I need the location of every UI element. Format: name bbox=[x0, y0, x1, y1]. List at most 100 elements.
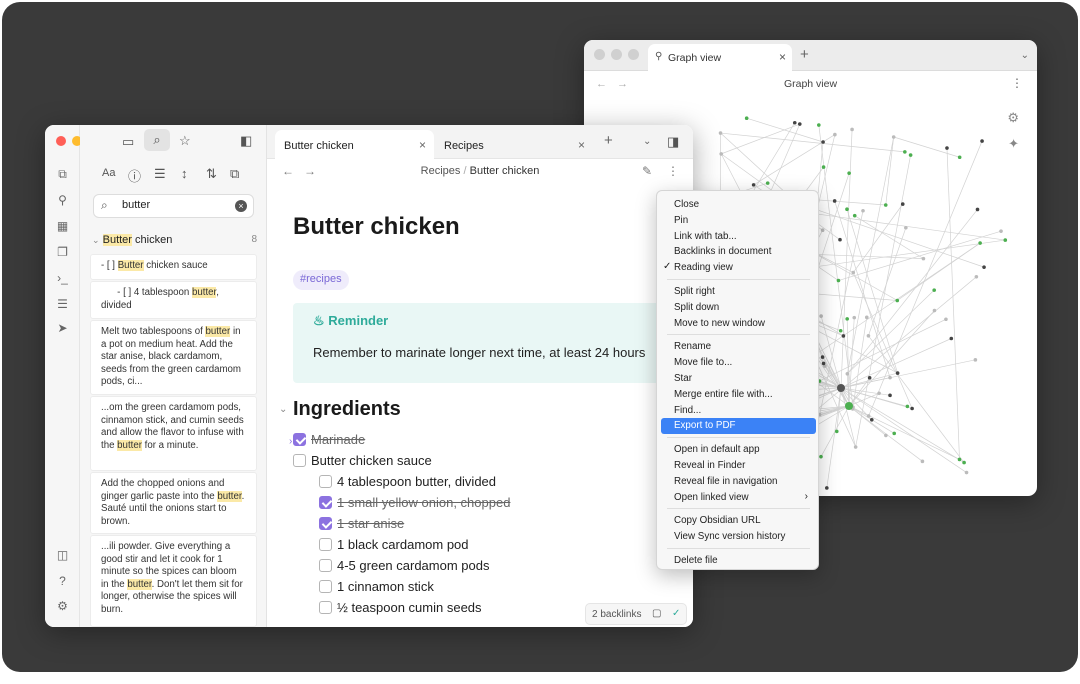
close-icon[interactable]: × bbox=[419, 138, 426, 152]
menu-item[interactable]: Pin bbox=[661, 213, 816, 229]
graph-node[interactable] bbox=[851, 270, 856, 275]
graph-node[interactable] bbox=[866, 333, 871, 338]
graph-node[interactable] bbox=[744, 116, 749, 120]
clear-search-icon[interactable]: × bbox=[235, 200, 247, 212]
star-icon[interactable]: ☆ bbox=[179, 133, 191, 149]
graph-node[interactable] bbox=[819, 454, 823, 459]
settings-icon[interactable]: ⚙ bbox=[45, 599, 80, 613]
graph-node[interactable] bbox=[974, 275, 979, 279]
graph-node[interactable] bbox=[905, 404, 910, 409]
graph-node[interactable] bbox=[819, 314, 823, 318]
graph-node[interactable] bbox=[817, 123, 821, 127]
more-options-icon[interactable]: ⋮ bbox=[667, 164, 679, 178]
menu-item[interactable]: Delete file bbox=[661, 553, 816, 569]
chevron-right-icon[interactable]: › bbox=[289, 436, 292, 447]
search-result[interactable]: ...om the green cardamom pods, cinnamon … bbox=[90, 396, 257, 471]
graph-node[interactable] bbox=[825, 486, 829, 490]
graph-node[interactable] bbox=[957, 155, 962, 160]
magic-wand-icon[interactable]: ✦ bbox=[1008, 136, 1019, 152]
search-result[interactable]: - [ ] 4 tablespoon butter, divided bbox=[90, 281, 257, 319]
list-icon[interactable]: ☰ bbox=[154, 166, 166, 182]
breadcrumb-parent[interactable]: Recipes bbox=[421, 165, 461, 177]
graph-node[interactable] bbox=[820, 228, 825, 232]
sort-icon[interactable]: ⇅ bbox=[206, 166, 217, 182]
close-icon[interactable]: × bbox=[578, 138, 585, 152]
graph-node[interactable] bbox=[895, 298, 900, 303]
graph-node[interactable] bbox=[877, 391, 881, 396]
graph-node[interactable] bbox=[888, 375, 892, 380]
graph-node[interactable] bbox=[845, 317, 849, 321]
search-result[interactable]: - [ ] Butter chicken sauce bbox=[90, 254, 257, 280]
graph-node[interactable] bbox=[821, 140, 825, 144]
graph-node[interactable] bbox=[850, 127, 854, 132]
graph-node[interactable] bbox=[852, 315, 857, 320]
graph-node[interactable] bbox=[964, 470, 969, 475]
match-case-icon[interactable]: Aa bbox=[102, 167, 115, 179]
send-icon[interactable]: ➤ bbox=[45, 321, 80, 335]
graph-node[interactable] bbox=[797, 122, 802, 126]
graph-node[interactable] bbox=[932, 308, 937, 313]
collapse-icon[interactable]: ↕ bbox=[181, 166, 188, 181]
new-tab-icon[interactable]: + bbox=[604, 132, 613, 149]
menu-item[interactable]: Export to PDF bbox=[661, 418, 816, 435]
graph-node[interactable] bbox=[999, 229, 1003, 233]
tab-recipes[interactable]: Recipes × bbox=[435, 130, 593, 159]
graph-node[interactable] bbox=[845, 207, 849, 212]
graph-node[interactable] bbox=[765, 181, 770, 185]
folder-icon[interactable]: ▭ bbox=[122, 134, 134, 150]
graph-node[interactable] bbox=[751, 183, 756, 187]
graph-node[interactable] bbox=[888, 393, 892, 398]
graph-node[interactable] bbox=[836, 278, 841, 283]
graph-node[interactable] bbox=[982, 265, 986, 269]
chevron-down-icon[interactable]: ⌄ bbox=[643, 136, 651, 147]
menu-item[interactable]: Reveal in Finder bbox=[661, 458, 816, 474]
more-options-icon[interactable]: ⋮ bbox=[1011, 76, 1023, 90]
search-input[interactable] bbox=[122, 199, 227, 211]
task-checkbox[interactable] bbox=[293, 454, 306, 467]
graph-node[interactable] bbox=[883, 203, 888, 207]
graph-node[interactable] bbox=[852, 213, 857, 218]
task-checkbox[interactable] bbox=[319, 475, 332, 488]
graph-node[interactable] bbox=[834, 429, 839, 434]
graph-node[interactable] bbox=[853, 445, 858, 449]
graph-node[interactable] bbox=[980, 139, 984, 143]
graph-node[interactable] bbox=[833, 132, 837, 137]
terminal-icon[interactable]: ›_ bbox=[45, 271, 80, 285]
graph-node[interactable] bbox=[864, 315, 869, 320]
switcher-icon[interactable]: ⧉ bbox=[45, 167, 80, 182]
copy-results-icon[interactable]: ⧉ bbox=[230, 166, 239, 182]
graph-node[interactable] bbox=[892, 431, 897, 436]
graph-node[interactable] bbox=[1003, 238, 1008, 242]
task-checkbox[interactable] bbox=[319, 496, 332, 509]
graph-node[interactable] bbox=[820, 355, 825, 359]
graph-node[interactable] bbox=[867, 376, 872, 380]
task-checkbox[interactable] bbox=[319, 580, 332, 593]
graph-node[interactable] bbox=[841, 334, 846, 338]
help-icon[interactable]: ? bbox=[45, 574, 80, 588]
graph-node[interactable] bbox=[895, 371, 900, 375]
graph-node[interactable] bbox=[891, 135, 896, 139]
graph-node[interactable] bbox=[847, 171, 851, 175]
graph-node[interactable] bbox=[838, 328, 843, 333]
minimize-dot[interactable] bbox=[611, 49, 622, 60]
menu-item[interactable]: Link with tab... bbox=[661, 229, 816, 245]
result-group-header[interactable]: ⌄ Butter chicken 8 bbox=[92, 234, 257, 246]
graph-node[interactable] bbox=[921, 256, 926, 261]
menu-item[interactable]: Copy Obsidian URL bbox=[661, 513, 816, 529]
task-checkbox[interactable] bbox=[319, 559, 332, 572]
tab-butter-chicken[interactable]: Butter chicken × bbox=[275, 130, 434, 159]
menu-item[interactable]: Rename bbox=[661, 339, 816, 355]
menu-item[interactable]: ✓ Reading view bbox=[661, 260, 816, 276]
search-result[interactable]: Melt two tablespoons of butter in a pot … bbox=[90, 320, 257, 395]
graph-node[interactable] bbox=[949, 336, 954, 341]
menu-item[interactable]: Close bbox=[661, 197, 816, 213]
graph-node[interactable] bbox=[908, 153, 913, 157]
task-checkbox[interactable] bbox=[319, 517, 332, 530]
graph-node[interactable] bbox=[978, 241, 982, 245]
tab-graph-view[interactable]: ⚲ Graph view × bbox=[648, 44, 792, 72]
zoom-dot[interactable] bbox=[628, 49, 639, 60]
search-result[interactable]: ...ili powder. Give everything a good st… bbox=[90, 535, 257, 627]
menu-item[interactable]: Open in default app bbox=[661, 442, 816, 458]
menu-item[interactable]: Merge entire file with... bbox=[661, 387, 816, 403]
close-dot[interactable] bbox=[56, 136, 66, 146]
